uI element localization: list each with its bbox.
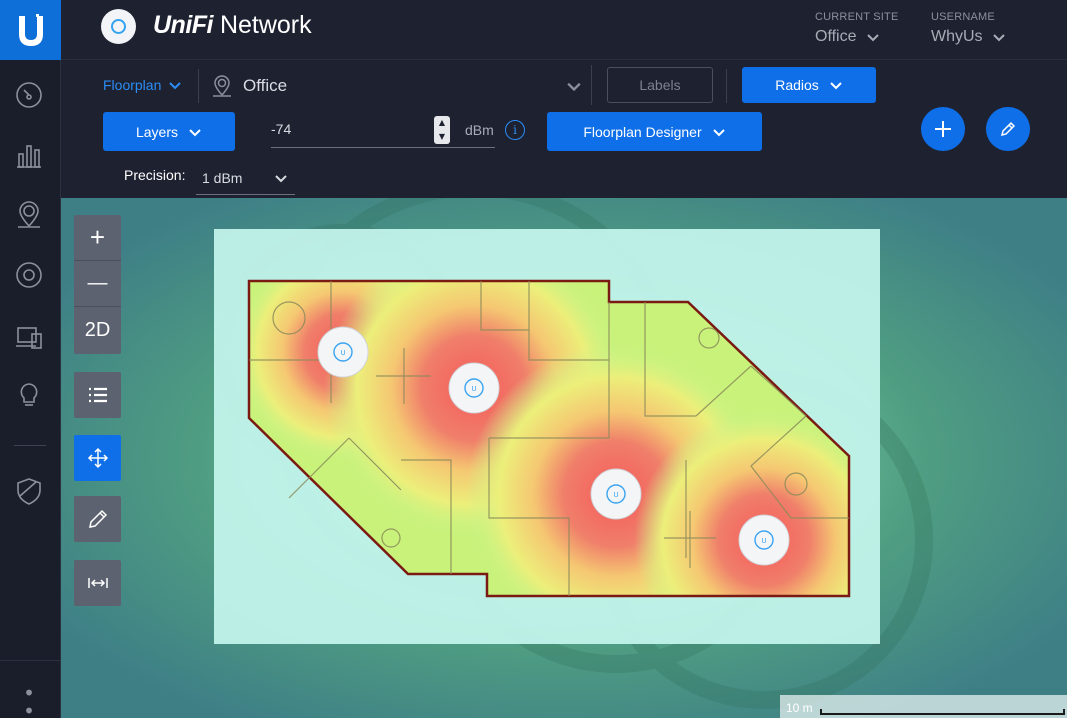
pencil-icon [88,509,107,528]
edit-button[interactable] [986,107,1030,151]
move-tool-button[interactable] [74,435,121,481]
current-site-label: CURRENT SITE [815,11,899,23]
stepper-down-icon[interactable]: ▼ [439,132,445,142]
zoom-controls: + — 2D [74,215,121,354]
list-view-button[interactable] [74,372,121,418]
map-scale-bar: 10 m [780,695,1067,718]
heatmap-canvas[interactable]: U U U U [61,198,1067,718]
floorplan-dropdown-label: Floorplan [103,77,162,93]
sidebar-item-dashboard[interactable] [12,78,46,112]
sidebar-divider [14,445,46,446]
chevron-down-icon [189,128,201,136]
stepper-up-icon[interactable]: ▲ [439,118,445,128]
sidebar-item-statistics[interactable] [12,138,46,172]
view-mode-toggle[interactable]: 2D [74,307,121,353]
toolbar-divider [591,65,592,105]
add-button[interactable] [921,107,965,151]
move-icon [87,447,108,469]
app-title: UniFi Network [153,11,312,40]
access-point-label: U [471,385,476,393]
access-point-4[interactable]: U [738,514,790,566]
insights-icon [20,383,38,406]
app-title-suffix: Network [213,11,312,39]
map-icon [18,201,40,228]
info-icon[interactable]: i [505,120,525,140]
unifi-network-logo-icon [101,9,136,44]
signal-threshold-stepper[interactable]: ▲ ▼ [434,116,450,144]
chevron-down-icon [830,82,842,90]
radios-button-label: Radios [775,77,819,93]
access-point-label: U [613,491,618,499]
user-menu[interactable]: WhyUs [931,28,1005,46]
toolbar-divider [198,69,199,103]
sidebar-bottom-divider [0,660,61,661]
app-title-brand: UniFi [153,11,214,39]
floorplan-designer-button[interactable]: Floorplan Designer [547,112,762,151]
chevron-down-icon [712,128,725,136]
chevron-down-icon [992,34,1005,42]
toolbar-divider [726,69,727,103]
chevron-down-icon [567,82,581,92]
sidebar-item-map[interactable] [12,198,46,232]
ubiquiti-logo[interactable] [0,0,61,60]
clients-icon [16,327,42,349]
signal-threshold-input[interactable] [271,117,431,141]
map-toolbar: Floorplan Office Labels Radios Layers ▲▼… [61,61,1067,198]
plus-icon [935,121,951,137]
access-point-label: U [340,349,345,357]
sidebar-item-clients[interactable] [12,320,46,354]
devices-icon [16,262,42,288]
signal-threshold-field: ▲▼ dBm [271,113,495,148]
chevron-down-icon [275,174,287,182]
pencil-icon [1000,121,1016,137]
statistics-icon [17,145,41,168]
left-sidebar: • • • [0,0,61,718]
username-label: USERNAME [931,11,995,23]
location-pin-icon [213,75,231,97]
precision-select[interactable]: 1 dBm [196,161,295,195]
floorplan-map[interactable]: U U U U + — 2D 10 m [61,198,1067,718]
access-point-2[interactable]: U [448,362,500,414]
chevron-down-icon [169,82,182,90]
dashboard-icon [16,82,42,108]
more-menu-icon[interactable]: • • • [14,683,46,718]
precision-label: Precision: [124,167,186,183]
measure-tool-button[interactable] [74,560,121,606]
location-select-value: Office [243,76,288,95]
sidebar-item-devices[interactable] [12,258,46,292]
access-point-1[interactable]: U [317,326,369,378]
ubiquiti-u-icon [18,14,43,46]
labels-button[interactable]: Labels [607,67,713,103]
chevron-down-icon [866,34,879,42]
radios-button[interactable]: Radios [742,67,876,103]
draw-tool-button[interactable] [74,496,121,542]
layers-button-label: Layers [135,123,179,140]
site-selector-value: Office [815,28,857,45]
list-icon [88,387,107,403]
top-header: UniFi Network CURRENT SITE Office USERNA… [61,0,1067,60]
floorplan-dropdown[interactable]: Floorplan [103,77,182,93]
layers-button[interactable]: Layers [103,112,235,151]
sidebar-item-threat-management[interactable] [12,474,46,508]
zoom-out-button[interactable]: — [74,261,121,307]
floorplan-designer-button-label: Floorplan Designer [583,123,702,140]
measure-icon [87,578,108,588]
scale-label: 10 m [786,701,813,715]
precision-select-value: 1 dBm [202,169,243,186]
site-selector[interactable]: Office [815,28,879,46]
sidebar-item-insights[interactable] [12,378,46,412]
signal-unit-label: dBm [465,122,494,138]
shield-icon [17,478,41,505]
access-point-3[interactable]: U [590,468,642,520]
zoom-in-button[interactable]: + [74,215,121,261]
user-menu-value: WhyUs [931,28,983,45]
access-point-label: U [761,537,766,545]
location-select[interactable]: Office [211,69,581,103]
scale-ruler [820,709,1065,715]
